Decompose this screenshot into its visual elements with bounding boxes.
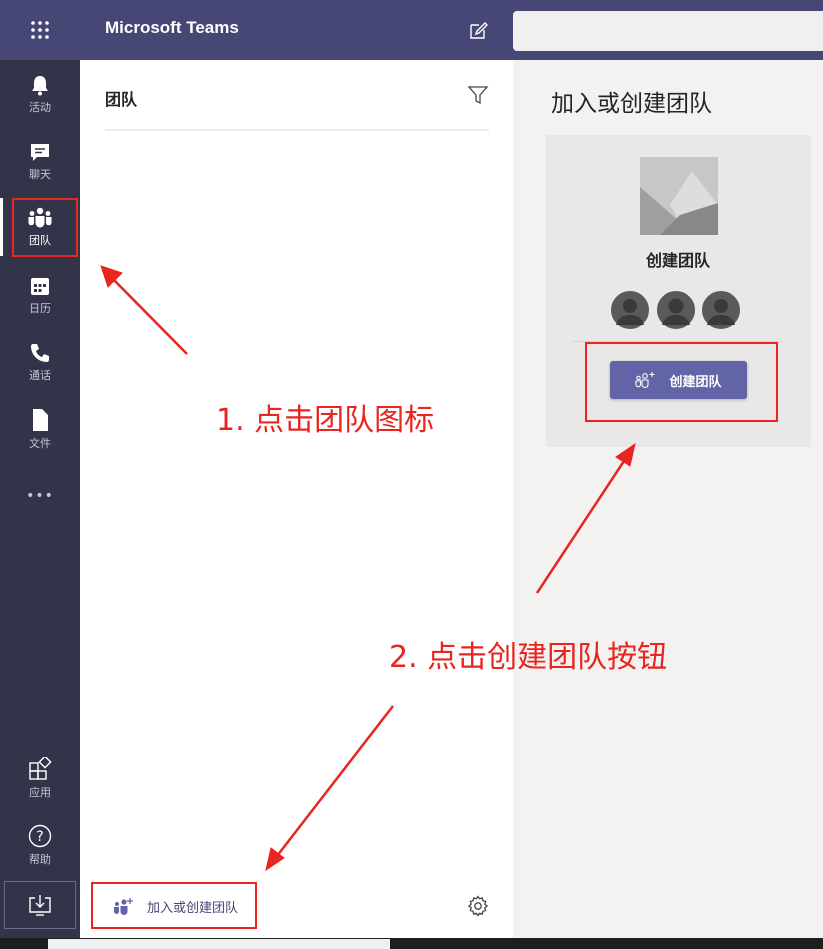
compose-icon[interactable]	[466, 19, 490, 43]
rail-label: 应用	[29, 785, 51, 799]
ellipsis-icon: •••	[26, 488, 54, 504]
image-placeholder-icon	[640, 157, 718, 235]
avatar	[700, 289, 742, 331]
svg-text:?: ?	[36, 829, 43, 845]
taskbar-search[interactable]	[48, 939, 390, 949]
rail-item-chat[interactable]: 聊天	[0, 130, 80, 192]
divider	[105, 129, 489, 131]
rail-label: 活动	[29, 100, 51, 114]
avatar	[655, 289, 697, 331]
rail-item-apps[interactable]: 应用	[0, 747, 80, 809]
panel-title: 团队	[105, 90, 138, 109]
app-launcher-icon[interactable]	[0, 0, 80, 60]
highlight-box-teams	[12, 198, 78, 257]
rail-label: 通话	[29, 368, 51, 382]
rail-label: 帮助	[29, 852, 51, 866]
bell-icon	[32, 75, 48, 95]
rail-label: 文件	[29, 436, 51, 450]
file-icon	[33, 408, 48, 431]
download-app-button[interactable]	[4, 881, 76, 929]
rail-item-help[interactable]: ? 帮助	[0, 814, 80, 876]
filter-icon[interactable]	[467, 84, 489, 106]
help-icon: ?	[28, 824, 52, 847]
rail-item-files[interactable]: 文件	[0, 398, 80, 460]
rail-label: 聊天	[29, 167, 51, 181]
download-icon	[29, 895, 51, 916]
rail-item-activity[interactable]: 活动	[0, 63, 80, 125]
highlight-box-create	[585, 342, 778, 422]
join-create-title: 加入或创建团队	[551, 91, 712, 117]
card-title: 创建团队	[645, 251, 710, 270]
more-apps-button[interactable]: •••	[0, 476, 80, 516]
phone-icon	[31, 343, 49, 362]
search-input[interactable]	[513, 11, 823, 51]
settings-gear-icon[interactable]	[466, 894, 490, 918]
highlight-box-join	[91, 882, 257, 929]
rail-item-calls[interactable]: 通话	[0, 331, 80, 393]
teams-panel	[80, 60, 513, 949]
apps-icon	[29, 756, 52, 780]
chat-icon	[31, 143, 49, 161]
calendar-icon	[31, 277, 49, 295]
annotation-step-2: 2. 点击创建团队按钮	[389, 640, 668, 675]
avatar	[609, 289, 651, 331]
app-title: Microsoft Teams	[105, 18, 239, 37]
annotation-step-1: 1. 点击团队图标	[216, 403, 435, 438]
rail-item-calendar[interactable]: 日历	[0, 264, 80, 326]
rail-label: 日历	[29, 301, 51, 315]
